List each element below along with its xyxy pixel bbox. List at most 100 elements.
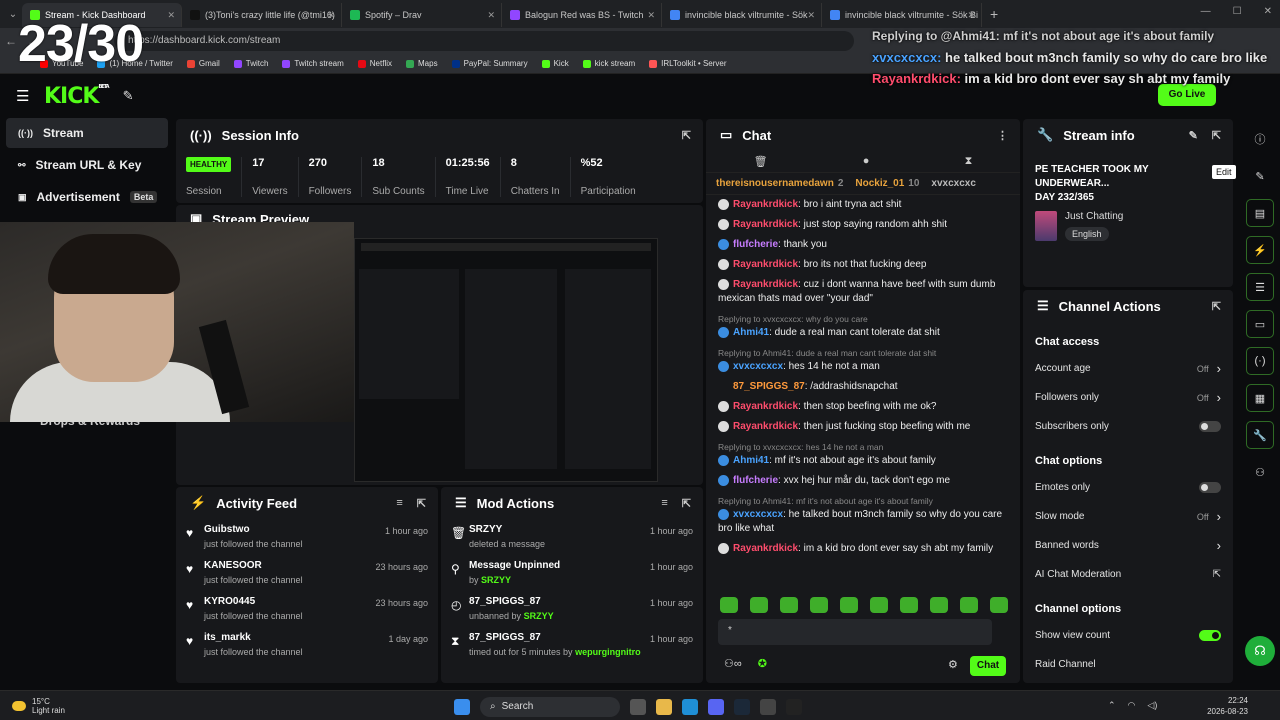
browser-tab[interactable]: Balogun Red was BS - Twitch ✕ bbox=[502, 3, 662, 27]
start-icon[interactable] bbox=[454, 699, 470, 715]
chat-username[interactable]: Ahmi41 bbox=[733, 327, 769, 338]
new-tab-button[interactable]: + bbox=[990, 6, 998, 22]
bookmark[interactable]: Gmail bbox=[186, 59, 220, 68]
mod-action-title[interactable]: 87_SPIGGS_87 bbox=[469, 596, 650, 607]
info-icon[interactable]: ⓘ bbox=[1246, 125, 1274, 153]
setting-row-account-age[interactable]: Account age Off › bbox=[1023, 354, 1233, 383]
wrench-icon[interactable]: 🔧 bbox=[1246, 421, 1274, 449]
mod-action-by[interactable]: SRZYY bbox=[481, 575, 511, 585]
trash-icon[interactable]: 🗑 bbox=[754, 155, 768, 168]
setting-row-emotes-only[interactable]: Emotes only bbox=[1023, 473, 1233, 502]
kick-logo[interactable]: KICKBETA bbox=[44, 84, 110, 109]
toggle-switch[interactable] bbox=[1199, 482, 1221, 493]
emote[interactable] bbox=[750, 597, 768, 613]
close-tab-icon[interactable]: ✕ bbox=[487, 10, 495, 21]
bookmark[interactable]: Netflix bbox=[357, 59, 392, 68]
bookmark[interactable]: Twitch stream bbox=[282, 59, 344, 68]
filter-icon[interactable]: ≡ bbox=[396, 497, 402, 510]
volume-icon[interactable]: ◁) bbox=[1147, 700, 1157, 711]
list-icon[interactable]: ☰ bbox=[1246, 273, 1274, 301]
edit-icon[interactable]: ✎ bbox=[1246, 162, 1274, 190]
popout-icon[interactable]: ⇱ bbox=[1212, 300, 1221, 313]
emote[interactable] bbox=[840, 597, 858, 613]
minimize-icon[interactable]: — bbox=[1201, 6, 1211, 17]
reply-context[interactable]: Replying to Ahmi41: dude a real man cant… bbox=[718, 346, 1008, 360]
weather-widget[interactable]: 15°C Light rain bbox=[12, 697, 65, 715]
bolt-icon[interactable]: ⚡ bbox=[1246, 236, 1274, 264]
pinned-user[interactable]: Nockiz_01 10 bbox=[855, 178, 919, 189]
sidebar-item-stream-url-key[interactable]: ⚯ Stream URL & Key bbox=[6, 150, 168, 180]
filter-icon[interactable]: ≡ bbox=[661, 497, 667, 510]
setting-row-subscribers-only[interactable]: Subscribers only bbox=[1023, 412, 1233, 441]
emote[interactable] bbox=[990, 597, 1008, 613]
sidebar-item-stream[interactable]: ((·)) Stream bbox=[6, 118, 168, 148]
chat-input[interactable]: * bbox=[718, 619, 992, 645]
chat-username[interactable]: xvxcxcxcx bbox=[733, 361, 783, 372]
popout-icon[interactable]: ⇱ bbox=[1212, 129, 1221, 142]
bookmark[interactable]: PayPal: Summary bbox=[451, 59, 528, 68]
setting-row-show-view-count[interactable]: Show view count bbox=[1023, 621, 1233, 650]
bubble-icon[interactable]: ● bbox=[863, 155, 870, 168]
chat-username[interactable]: Rayankrdkick bbox=[733, 421, 798, 432]
steam-icon[interactable] bbox=[734, 699, 750, 715]
chat-username[interactable]: 87_SPIGGS_87 bbox=[733, 381, 805, 392]
reply-context[interactable]: Replying to xvxcxcxcx: hes 14 he not a m… bbox=[718, 440, 1008, 454]
toggle-switch[interactable] bbox=[1199, 421, 1221, 432]
mod-action-title[interactable]: SRZYY bbox=[469, 524, 650, 535]
setting-row-slow-mode[interactable]: Slow mode Off › bbox=[1023, 502, 1233, 531]
bookmark[interactable]: IRLToolkit • Server bbox=[649, 59, 727, 68]
send-chat-button[interactable]: Chat bbox=[970, 656, 1006, 676]
emote[interactable] bbox=[720, 597, 738, 613]
close-window-icon[interactable]: ✕ bbox=[1264, 6, 1272, 17]
edge-icon[interactable] bbox=[682, 699, 698, 715]
setting-row-raid-channel[interactable]: Raid Channel bbox=[1023, 650, 1233, 679]
users-icon[interactable]: ⚇∞ bbox=[724, 658, 742, 670]
more-icon[interactable]: ⋮ bbox=[997, 129, 1008, 142]
browser-tab[interactable]: invincible black viltrumite - Sök ✕ bbox=[662, 3, 822, 27]
support-icon[interactable]: ☊ bbox=[1245, 636, 1275, 666]
emote-picker-icon[interactable]: ✪ bbox=[758, 658, 767, 670]
popout-icon[interactable]: ⇱ bbox=[682, 497, 691, 510]
url-field[interactable]: https://dashboard.kick.com/stream bbox=[114, 31, 854, 51]
activity-user[interactable]: its_markk bbox=[204, 632, 388, 643]
discord-icon[interactable] bbox=[708, 699, 724, 715]
broadcast-icon[interactable]: (·) bbox=[1246, 347, 1274, 375]
bookmark[interactable]: Kick bbox=[541, 59, 569, 68]
hamburger-menu-icon[interactable]: ☰ bbox=[16, 87, 30, 105]
taskbar-search[interactable]: ⌕ Search bbox=[480, 697, 620, 717]
browser-tab[interactable]: invincible black viltrumite - Sök Bi ✕ bbox=[822, 3, 982, 27]
stream-preview-screen[interactable] bbox=[354, 238, 658, 482]
clock[interactable]: 22:24 2026-08-23 bbox=[1207, 695, 1248, 717]
terminal-icon[interactable] bbox=[786, 699, 802, 715]
browser-tab[interactable]: (3)Toni's crazy little life (@tmi16) ✕ bbox=[182, 3, 342, 27]
chat-username[interactable]: xvxcxcxcx bbox=[733, 509, 783, 520]
edit-icon[interactable]: ✎ bbox=[1189, 129, 1198, 142]
mod-action-by[interactable]: wepurgingnitro bbox=[575, 647, 641, 657]
emote[interactable] bbox=[960, 597, 978, 613]
wifi-icon[interactable]: ◠ bbox=[1128, 700, 1136, 711]
gear-icon[interactable]: ⚙ bbox=[948, 658, 958, 671]
obs-icon[interactable] bbox=[760, 699, 776, 715]
bookmark[interactable]: kick stream bbox=[582, 59, 635, 68]
chat-username[interactable]: Rayankrdkick bbox=[733, 199, 798, 210]
mod-icon[interactable]: ▦ bbox=[1246, 384, 1274, 412]
bookmark[interactable]: Maps bbox=[406, 59, 438, 68]
activity-user[interactable]: KYRO0445 bbox=[204, 596, 375, 607]
reply-context[interactable]: Replying to Ahmi41: mf it's not about ag… bbox=[718, 494, 1008, 508]
chat-username[interactable]: Rayankrdkick bbox=[733, 543, 798, 554]
chat-username[interactable]: flufcherie bbox=[733, 475, 778, 486]
layout-icon[interactable]: ▤ bbox=[1246, 199, 1274, 227]
chat-username[interactable]: Rayankrdkick bbox=[733, 401, 798, 412]
close-tab-icon[interactable]: ✕ bbox=[167, 10, 175, 21]
reply-context[interactable]: Replying to xvxcxcxcx: why do you care bbox=[718, 312, 1008, 326]
mod-action-by[interactable]: SRZYY bbox=[524, 611, 554, 621]
chat-icon[interactable]: ▭ bbox=[1246, 310, 1274, 338]
popout-icon[interactable]: ⇱ bbox=[682, 129, 691, 142]
popout-icon[interactable]: ⇱ bbox=[417, 497, 426, 510]
pinned-user[interactable]: thereisnousernamedawn 2 bbox=[716, 178, 843, 189]
activity-user[interactable]: KANESOOR bbox=[204, 560, 375, 571]
setting-row-banned-words[interactable]: Banned words › bbox=[1023, 531, 1233, 560]
chat-username[interactable]: Rayankrdkick bbox=[733, 279, 798, 290]
explorer-icon[interactable] bbox=[656, 699, 672, 715]
chat-username[interactable]: Rayankrdkick bbox=[733, 219, 798, 230]
